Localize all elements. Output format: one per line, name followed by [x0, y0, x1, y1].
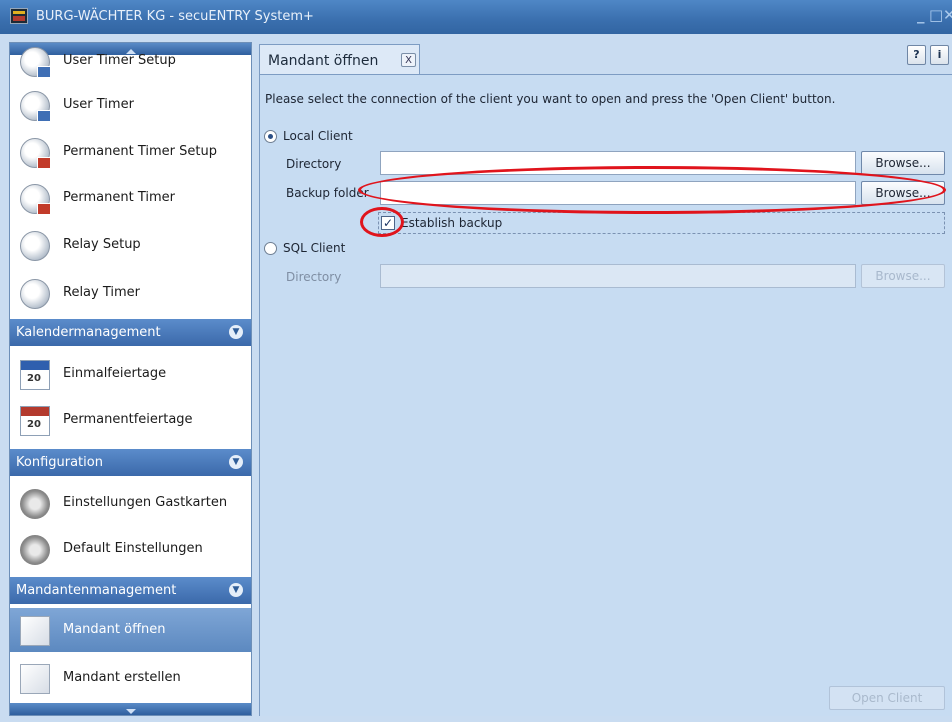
- chevron-down-icon[interactable]: ▼: [229, 455, 243, 469]
- sidebar-item-einmalfeiertage[interactable]: Einmalfeiertage: [10, 352, 251, 396]
- section-title: Konfiguration: [16, 455, 103, 470]
- sql-directory-input[interactable]: [380, 264, 856, 288]
- window-title: BURG-WÄCHTER KG - secuENTRY System+: [36, 9, 314, 24]
- calendar-red-icon: [20, 406, 50, 436]
- sidebar-item-mandant-erstellen[interactable]: Mandant erstellen: [10, 656, 251, 700]
- section-title: Kalendermanagement: [16, 325, 161, 340]
- info-button[interactable]: i: [930, 45, 949, 65]
- sql-directory-browse-button[interactable]: Browse...: [861, 264, 945, 288]
- backup-folder-input[interactable]: [380, 181, 856, 205]
- sidebar-item-label: Einstellungen Gastkarten: [63, 495, 228, 510]
- document-gear-icon: [20, 664, 50, 694]
- relay-timer-icon: [20, 279, 50, 309]
- chevron-down-icon: [125, 709, 136, 714]
- section-header-konfiguration[interactable]: Konfiguration ▼: [10, 449, 251, 476]
- sidebar-item-label: Einmalfeiertage: [63, 366, 167, 381]
- sidebar-item-permanent-timer[interactable]: Permanent Timer: [10, 176, 251, 220]
- app-logo-icon: [10, 8, 28, 24]
- tab-mandant-oeffnen[interactable]: Mandant öffnen X: [259, 44, 420, 74]
- help-button[interactable]: ?: [907, 45, 926, 65]
- tab-close-button[interactable]: X: [401, 53, 416, 67]
- local-client-radio[interactable]: [264, 130, 277, 143]
- sidebar-item-label: User Timer Setup: [63, 53, 176, 68]
- section-header-kalendermanagement[interactable]: Kalendermanagement ▼: [10, 319, 251, 346]
- backup-folder-label: Backup folder: [286, 186, 369, 200]
- sidebar-item-relay-timer[interactable]: Relay Timer: [10, 271, 251, 315]
- directory-input[interactable]: [380, 151, 856, 175]
- chevron-down-icon[interactable]: ▼: [229, 325, 243, 339]
- sidebar-item-user-timer[interactable]: User Timer: [10, 83, 251, 127]
- sidebar-item-label: Relay Timer: [63, 285, 141, 300]
- sidebar-item-permanent-timer-setup[interactable]: Permanent Timer Setup: [10, 130, 251, 174]
- sidebar-item-label: Default Einstellungen: [63, 541, 203, 556]
- sidebar-item-user-timer-setup[interactable]: User Timer Setup: [10, 43, 251, 83]
- open-client-button[interactable]: Open Client: [829, 686, 945, 710]
- permanent-timer-icon: [20, 184, 51, 215]
- sidebar-item-default-einstellungen[interactable]: Default Einstellungen: [10, 527, 251, 571]
- guest-card-settings-icon: [20, 489, 50, 519]
- establish-backup-checkbox[interactable]: ✓: [381, 216, 395, 230]
- sidebar-item-label: Permanent Timer: [63, 190, 175, 205]
- section-header-mandantenmanagement[interactable]: Mandantenmanagement ▼: [10, 577, 251, 604]
- sidebar-item-relay-setup[interactable]: Relay Setup: [10, 223, 251, 267]
- sql-client-label: SQL Client: [283, 241, 346, 255]
- establish-backup-label: Establish backup: [401, 216, 503, 230]
- relay-setup-icon: [20, 231, 50, 261]
- sql-directory-label: Directory: [286, 270, 342, 284]
- sidebar-item-mandant-oeffnen[interactable]: Mandant öffnen: [10, 608, 251, 652]
- gear-icon: [20, 535, 50, 565]
- calendar-icon: [20, 360, 50, 390]
- directory-browse-button[interactable]: Browse...: [861, 151, 945, 175]
- title-bar: BURG-WÄCHTER KG - secuENTRY System+ _ □ …: [0, 0, 952, 34]
- permanent-timer-setup-icon: [20, 138, 51, 169]
- sidebar-item-label: Permanent Timer Setup: [63, 144, 217, 159]
- sql-client-radio[interactable]: [264, 242, 277, 255]
- maximize-button[interactable]: □: [929, 6, 943, 24]
- local-client-label: Local Client: [283, 129, 353, 143]
- document-icon: [20, 616, 50, 646]
- sidebar-item-permanentfeiertage[interactable]: Permanentfeiertage: [10, 398, 251, 442]
- close-window-button[interactable]: ✕: [943, 6, 952, 24]
- sidebar-item-label: Permanentfeiertage: [63, 412, 193, 427]
- directory-label: Directory: [286, 157, 342, 171]
- user-timer-icon: [20, 91, 51, 122]
- section-title: Mandantenmanagement: [16, 583, 177, 598]
- sidebar-item-label: Relay Setup: [63, 237, 141, 252]
- minimize-button[interactable]: _: [917, 6, 925, 24]
- user-timer-setup-icon: [20, 47, 51, 78]
- backup-folder-browse-button[interactable]: Browse...: [861, 181, 945, 205]
- sidebar-item-label: Mandant erstellen: [63, 670, 181, 685]
- sidebar: User Timer Setup User Timer Permanent Ti…: [9, 42, 252, 716]
- tab-label: Mandant öffnen: [268, 53, 379, 69]
- chevron-down-icon[interactable]: ▼: [229, 583, 243, 597]
- sidebar-item-einstellungen-gastkarten[interactable]: Einstellungen Gastkarten: [10, 481, 251, 525]
- sidebar-item-label: User Timer: [63, 97, 134, 112]
- sidebar-scroll-down[interactable]: [10, 703, 251, 715]
- instructions-text: Please select the connection of the clie…: [265, 92, 836, 106]
- sidebar-item-label: Mandant öffnen: [63, 622, 166, 637]
